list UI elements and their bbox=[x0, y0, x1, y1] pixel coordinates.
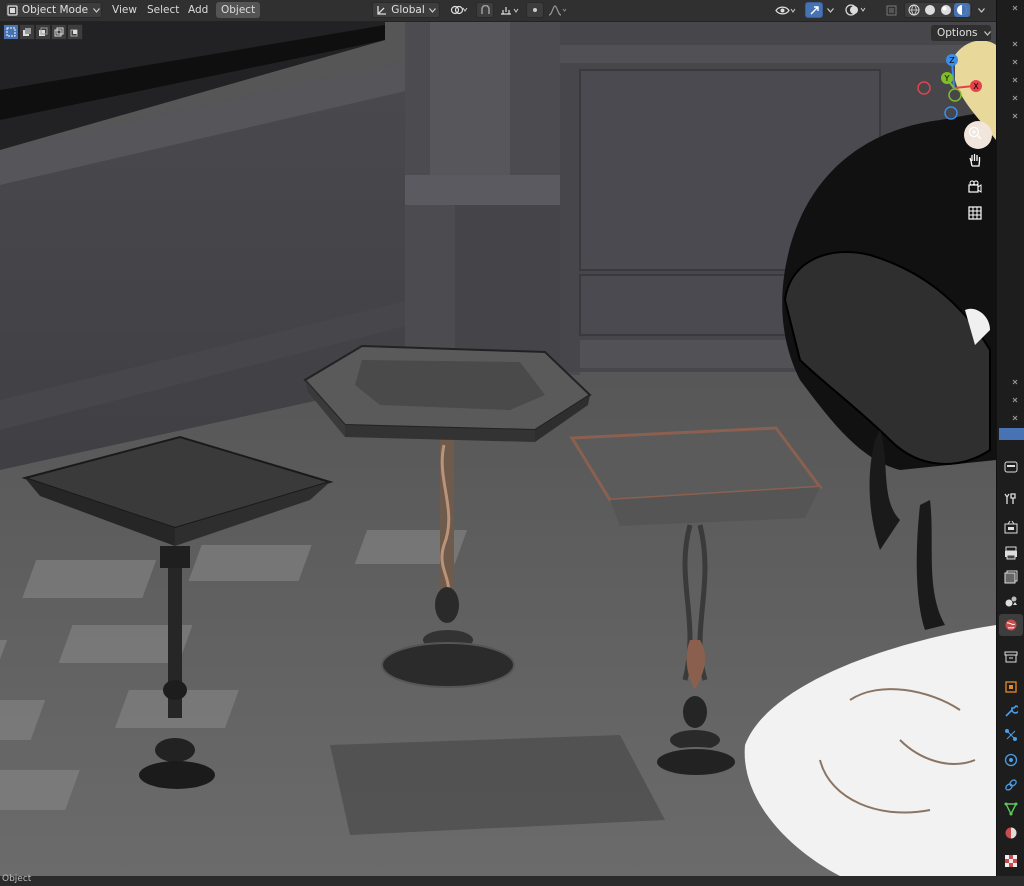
status-bar: Object bbox=[0, 874, 1024, 886]
constraints-icon[interactable] bbox=[999, 774, 1023, 796]
falloff-icon bbox=[548, 4, 568, 16]
options-label: Options bbox=[937, 27, 978, 39]
3d-viewport[interactable]: Object Mode View Select Add Object Globa… bbox=[0, 0, 996, 876]
outliner-collapse-markers bbox=[999, 5, 1024, 440]
scene-render bbox=[0, 0, 996, 876]
falloff-button[interactable] bbox=[546, 2, 570, 18]
properties-tab-strip bbox=[996, 0, 1024, 876]
gizmo-x-label: X bbox=[973, 82, 979, 91]
data-icon[interactable] bbox=[999, 798, 1023, 820]
options-dropdown[interactable]: Options bbox=[931, 25, 991, 41]
solid-shading-icon[interactable] bbox=[922, 4, 938, 16]
texture-icon[interactable] bbox=[999, 850, 1023, 872]
status-text: Object bbox=[2, 874, 32, 884]
material-shading-icon[interactable] bbox=[938, 4, 954, 16]
pan-hand-icon[interactable] bbox=[964, 149, 986, 171]
physics-icon[interactable] bbox=[999, 749, 1023, 771]
gizmo-y-label: Y bbox=[944, 74, 950, 83]
pivot-icon bbox=[450, 5, 468, 15]
visibility-icon bbox=[775, 5, 797, 16]
select-mode-buttons bbox=[3, 24, 83, 40]
material-icon[interactable] bbox=[999, 822, 1023, 844]
snap-toggle[interactable] bbox=[476, 2, 494, 18]
gizmo-toggle[interactable] bbox=[805, 2, 823, 18]
navigation-gizmo[interactable]: Z X Y bbox=[912, 50, 996, 125]
camera-view-icon[interactable] bbox=[964, 176, 986, 198]
scene-icon[interactable] bbox=[999, 590, 1023, 612]
chevron-down-icon bbox=[428, 7, 436, 13]
gizmo-icon bbox=[809, 5, 820, 16]
xray-icon bbox=[886, 5, 897, 16]
xray-toggle[interactable] bbox=[882, 2, 900, 18]
visibility-button[interactable] bbox=[773, 2, 799, 18]
select-intersect-icon[interactable] bbox=[67, 24, 83, 40]
transform-orientation-icon bbox=[376, 5, 387, 16]
world-icon[interactable] bbox=[999, 614, 1023, 636]
transform-orientation-dropdown[interactable]: Global bbox=[372, 2, 440, 18]
object-icon[interactable] bbox=[999, 676, 1023, 698]
shading-buttons bbox=[904, 2, 972, 18]
snap-icon bbox=[480, 4, 491, 16]
select-extend-icon[interactable] bbox=[19, 24, 35, 40]
chevron-down-icon bbox=[826, 7, 834, 13]
snap-target-icon bbox=[500, 5, 520, 16]
proportional-edit-toggle[interactable] bbox=[526, 2, 544, 18]
overlay-icon bbox=[845, 4, 867, 16]
rendered-shading-icon[interactable] bbox=[954, 3, 970, 17]
proportional-edit-icon bbox=[530, 5, 540, 15]
chevron-down-icon bbox=[983, 30, 991, 36]
mode-selector[interactable]: Object Mode bbox=[5, 2, 102, 18]
particles-icon[interactable] bbox=[999, 724, 1023, 746]
menu-select[interactable]: Select bbox=[142, 2, 184, 18]
properties-type-toggle[interactable] bbox=[1001, 458, 1021, 476]
view-layer-icon[interactable] bbox=[999, 566, 1023, 588]
menu-view[interactable]: View bbox=[107, 2, 142, 18]
mode-label: Object Mode bbox=[21, 4, 89, 16]
tool-icon[interactable] bbox=[999, 488, 1023, 510]
overlay-button[interactable] bbox=[843, 2, 869, 18]
orthographic-grid-icon[interactable] bbox=[964, 202, 986, 224]
snap-target-button[interactable] bbox=[497, 2, 523, 18]
transform-orientation-label: Global bbox=[391, 4, 425, 16]
chevron-down-icon bbox=[977, 7, 985, 13]
output-icon[interactable] bbox=[999, 542, 1023, 564]
viewport-header: Object Mode View Select Add Object Globa… bbox=[0, 0, 996, 22]
collection-icon[interactable] bbox=[999, 646, 1023, 668]
menu-object[interactable]: Object bbox=[216, 2, 261, 18]
wireframe-shading-icon[interactable] bbox=[906, 4, 922, 16]
render-icon[interactable] bbox=[999, 516, 1023, 538]
chevron-down-icon bbox=[93, 7, 101, 13]
object-mode-icon bbox=[7, 4, 18, 16]
pivot-button[interactable] bbox=[446, 2, 472, 18]
select-difference-icon[interactable] bbox=[51, 24, 67, 40]
select-subtract-icon[interactable] bbox=[35, 24, 51, 40]
gizmo-dropdown[interactable] bbox=[823, 2, 837, 18]
shading-dropdown[interactable] bbox=[974, 2, 988, 18]
gizmo-z-label: Z bbox=[949, 56, 955, 65]
zoom-icon[interactable] bbox=[964, 122, 986, 144]
menu-add[interactable]: Add bbox=[183, 2, 213, 18]
select-new-icon[interactable] bbox=[3, 24, 19, 40]
modifier-icon[interactable] bbox=[999, 700, 1023, 722]
